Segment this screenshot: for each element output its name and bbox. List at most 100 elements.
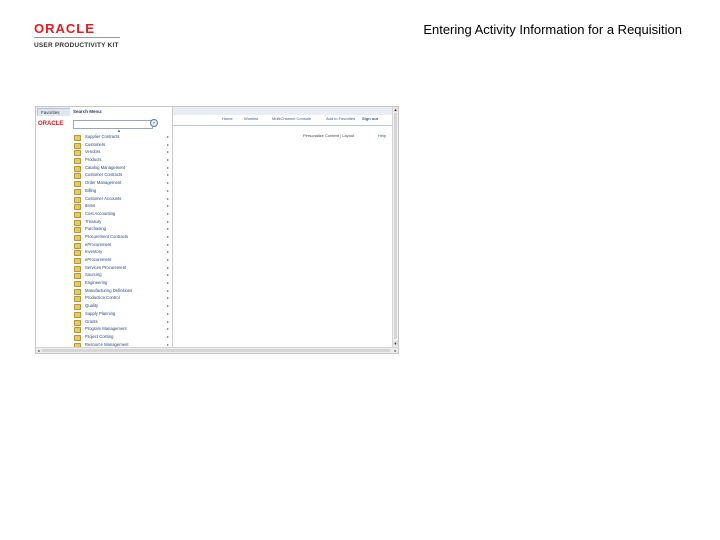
folder-icon bbox=[74, 196, 81, 203]
submenu-arrow-icon: ▸ bbox=[167, 333, 170, 339]
folder-icon bbox=[74, 234, 81, 241]
nav-home-link[interactable]: Home bbox=[222, 116, 233, 121]
scroll-up-arrow-icon[interactable]: ▲ bbox=[117, 128, 121, 133]
menu-item[interactable]: Manufacturing Definitions ▸ bbox=[73, 288, 171, 296]
menu-item[interactable]: Project Costing ▸ bbox=[73, 334, 171, 342]
menu-item-label: Billing bbox=[85, 187, 97, 193]
menu-item[interactable]: Catalog Management ▸ bbox=[73, 165, 171, 173]
menu-item[interactable]: Vendors ▸ bbox=[73, 149, 171, 157]
folder-icon bbox=[74, 311, 81, 318]
menu-item[interactable]: Grants ▸ bbox=[73, 319, 171, 327]
menu-item[interactable]: Order Management ▸ bbox=[73, 180, 171, 188]
menu-item-label: eProcurement bbox=[85, 241, 112, 247]
scroll-up-icon[interactable]: ▲ bbox=[393, 107, 398, 112]
menu-item[interactable]: Products ▸ bbox=[73, 157, 171, 165]
scroll-left-icon[interactable]: ◂ bbox=[36, 348, 41, 353]
submenu-arrow-icon: ▸ bbox=[167, 164, 170, 170]
personalize-links[interactable]: Personalize Content | Layout bbox=[303, 133, 354, 138]
menu-item-label: Sourcing bbox=[85, 272, 102, 278]
menu-item-label: Supplier Contracts bbox=[85, 134, 120, 139]
folder-icon bbox=[74, 173, 81, 180]
folder-icon bbox=[74, 219, 81, 226]
menu-item[interactable]: Customer Contracts ▸ bbox=[73, 172, 171, 180]
menu-item-label: Program Management bbox=[85, 326, 127, 332]
menu-item-label: eProcurement bbox=[85, 257, 112, 262]
submenu-arrow-icon: ▸ bbox=[167, 295, 170, 301]
menu-item[interactable]: Cost Accounting ▸ bbox=[73, 211, 171, 219]
submenu-arrow-icon: ▸ bbox=[167, 157, 170, 163]
submenu-arrow-icon: ▸ bbox=[167, 195, 170, 201]
menu-item[interactable]: Supplier Contracts ▸ bbox=[73, 134, 171, 142]
folder-icon bbox=[74, 288, 81, 295]
submenu-arrow-icon: ▸ bbox=[167, 249, 170, 255]
menu-item-label: Inventory bbox=[85, 249, 103, 255]
vertical-scroll-thumb[interactable] bbox=[394, 113, 397, 339]
submenu-arrow-icon: ▸ bbox=[167, 287, 170, 293]
tab-favorites[interactable]: Favorites bbox=[37, 108, 73, 116]
folder-icon bbox=[74, 334, 81, 341]
menu-item-label: Order Management bbox=[85, 180, 122, 186]
menu-item-label: Engineering bbox=[85, 280, 108, 286]
logo-subtitle: USER PRODUCTIVITY KIT bbox=[34, 42, 119, 49]
menu-item[interactable]: Customers ▸ bbox=[73, 142, 171, 150]
submenu-arrow-icon: ▸ bbox=[167, 326, 170, 332]
horizontal-scroll-thumb[interactable] bbox=[42, 349, 390, 352]
menu-item[interactable]: Services Procurement ▸ bbox=[73, 265, 171, 273]
menu-item-label: Customers bbox=[85, 141, 106, 147]
submenu-arrow-icon: ▸ bbox=[167, 303, 170, 309]
nav-multichannel-link[interactable]: MultiChannel Console bbox=[272, 116, 311, 121]
folder-icon bbox=[74, 211, 81, 218]
menu-item-label: Catalog Management bbox=[85, 164, 126, 170]
menu-item-label: Treasury bbox=[85, 218, 102, 224]
menu-item[interactable]: eProcurement ▸ bbox=[73, 257, 171, 265]
menu-item[interactable]: Engineering ▸ bbox=[73, 280, 171, 288]
menu-item[interactable]: Sourcing ▸ bbox=[73, 272, 171, 280]
menu-item[interactable]: Items ▸ bbox=[73, 203, 171, 211]
submenu-arrow-icon: ▸ bbox=[167, 203, 170, 209]
folder-icon bbox=[74, 327, 81, 334]
folder-icon bbox=[74, 142, 81, 149]
menu-item[interactable]: Program Management ▸ bbox=[73, 326, 171, 334]
nav-add-favorites-link[interactable]: Add to Favorites bbox=[326, 116, 355, 121]
menu-item-label: Cost Accounting bbox=[85, 210, 116, 216]
folder-icon bbox=[74, 319, 81, 326]
menu-item[interactable]: Billing ▸ bbox=[73, 188, 171, 196]
folder-icon bbox=[74, 281, 81, 288]
scroll-right-icon[interactable]: ▸ bbox=[393, 348, 398, 353]
nav-signout-link[interactable]: Sign out bbox=[362, 116, 378, 121]
folder-icon bbox=[74, 250, 81, 257]
menu-search-input[interactable] bbox=[73, 120, 153, 129]
menu-item[interactable]: Inventory ▸ bbox=[73, 249, 171, 257]
help-link[interactable]: Help bbox=[378, 133, 386, 138]
folder-icon bbox=[74, 242, 81, 249]
search-go-icon[interactable]: » bbox=[150, 119, 158, 127]
submenu-arrow-icon: ▸ bbox=[167, 233, 170, 239]
menu-item-label: Services Procurement bbox=[85, 264, 127, 270]
search-menu-label: Search Menu: bbox=[73, 109, 103, 114]
menu-item-label: Products bbox=[85, 157, 102, 163]
folder-icon bbox=[74, 150, 81, 157]
menu-item-label: Grants bbox=[85, 318, 98, 324]
menu-item[interactable]: Purchasing ▸ bbox=[73, 226, 171, 234]
menu-item[interactable]: Supply Planning ▸ bbox=[73, 311, 171, 319]
menu-item[interactable]: Customer Accounts ▸ bbox=[73, 196, 171, 204]
horizontal-scrollbar[interactable]: ◂ ▸ bbox=[36, 347, 398, 353]
submenu-arrow-icon: ▸ bbox=[167, 172, 170, 178]
menu-item[interactable]: Production Control ▸ bbox=[73, 295, 171, 303]
submenu-arrow-icon: ▸ bbox=[167, 226, 170, 232]
nav-worklist-link[interactable]: Worklist bbox=[244, 116, 258, 121]
submenu-arrow-icon: ▸ bbox=[167, 218, 170, 224]
scroll-down-icon[interactable]: ▼ bbox=[393, 341, 398, 346]
vertical-scrollbar[interactable] bbox=[392, 107, 398, 347]
folder-icon bbox=[74, 158, 81, 165]
folder-icon bbox=[74, 258, 81, 264]
menu-item[interactable]: eProcurement ▸ bbox=[73, 242, 171, 250]
menu-item[interactable]: Treasury ▸ bbox=[73, 219, 171, 227]
menu-item-label: Procurement Contracts bbox=[85, 233, 129, 239]
menu-item-label: Purchasing bbox=[85, 226, 106, 232]
menu-item-label: Customer Accounts bbox=[85, 195, 122, 201]
menu-item[interactable]: Procurement Contracts ▸ bbox=[73, 234, 171, 242]
submenu-arrow-icon: ▸ bbox=[167, 149, 170, 155]
menu-item[interactable]: Quality ▸ bbox=[73, 303, 171, 311]
folder-icon bbox=[74, 296, 81, 303]
